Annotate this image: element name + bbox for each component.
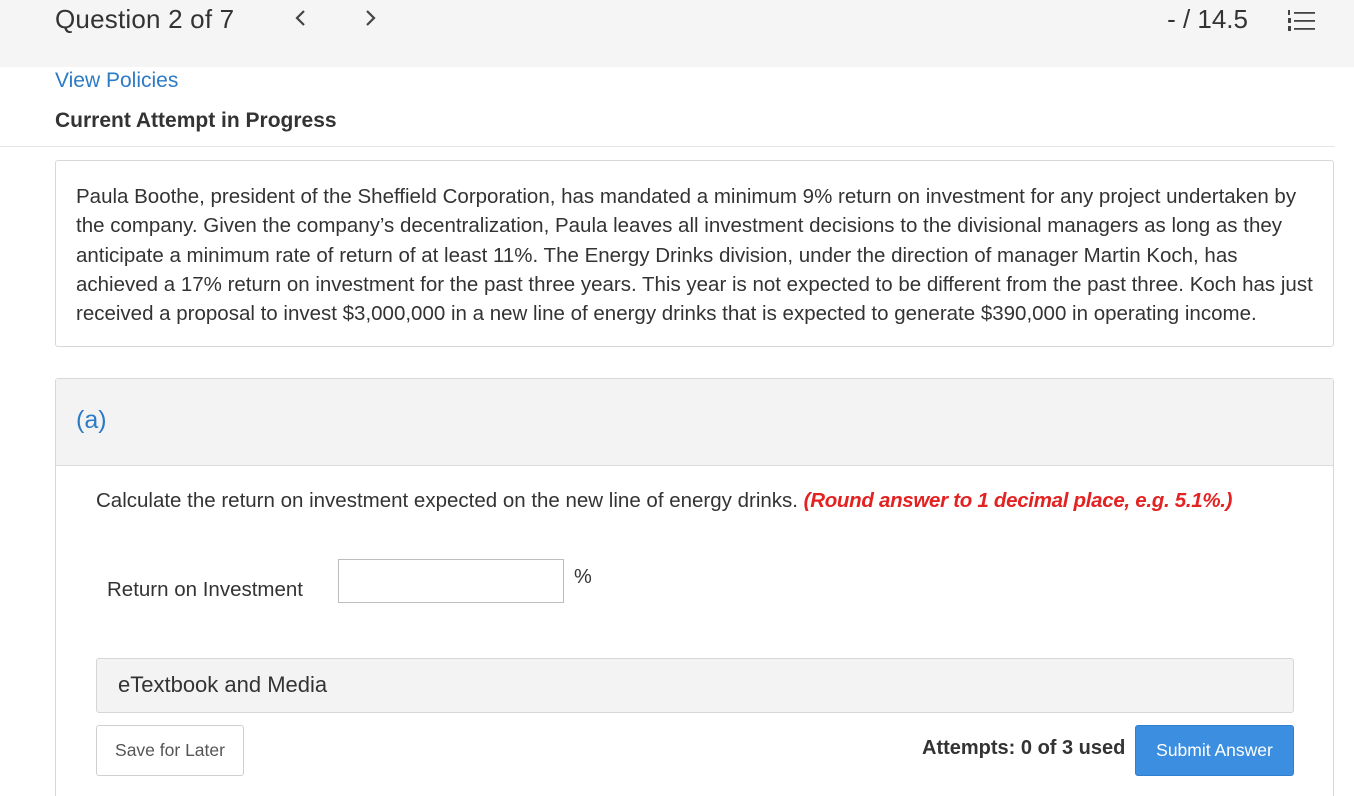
part-a-panel: (a) Calculate the return on investment e… xyxy=(55,378,1334,796)
attempt-status: Current Attempt in Progress xyxy=(55,109,337,132)
score-display: - / 14.5 xyxy=(1167,4,1248,34)
part-label: (a) xyxy=(76,406,107,434)
chevron-right-icon[interactable] xyxy=(364,6,378,37)
question-text: Paula Boothe, president of the Sheffield… xyxy=(76,185,1313,326)
etextbook-label: eTextbook and Media xyxy=(118,672,328,697)
view-policies-link[interactable]: View Policies xyxy=(55,69,178,93)
question-stem: Paula Boothe, president of the Sheffield… xyxy=(55,160,1334,347)
question-counter: Question 2 of 7 xyxy=(55,4,235,34)
rounding-hint: (Round answer to 1 decimal place, e.g. 5… xyxy=(803,489,1233,512)
percent-unit: % xyxy=(574,566,592,588)
part-a-header: (a) xyxy=(56,379,1333,466)
attempt-header xyxy=(0,67,1335,147)
attempts-counter: Attempts: 0 of 3 used xyxy=(922,737,1126,759)
roi-field-label: Return on Investment xyxy=(107,578,303,601)
chevron-left-icon[interactable] xyxy=(293,6,307,37)
roi-answer-input[interactable] xyxy=(338,559,564,603)
etextbook-media-button[interactable]: eTextbook and Media xyxy=(96,658,1294,713)
part-instruction: Calculate the return on investment expec… xyxy=(96,489,1232,513)
submit-answer-button[interactable]: Submit Answer xyxy=(1135,725,1294,776)
save-for-later-button[interactable]: Save for Later xyxy=(96,725,244,776)
instruction-text: Calculate the return on investment expec… xyxy=(96,489,798,512)
question-nav-bar: Question 2 of 7 - / 14.5 xyxy=(0,0,1354,67)
numbered-list-icon[interactable] xyxy=(1288,9,1316,33)
